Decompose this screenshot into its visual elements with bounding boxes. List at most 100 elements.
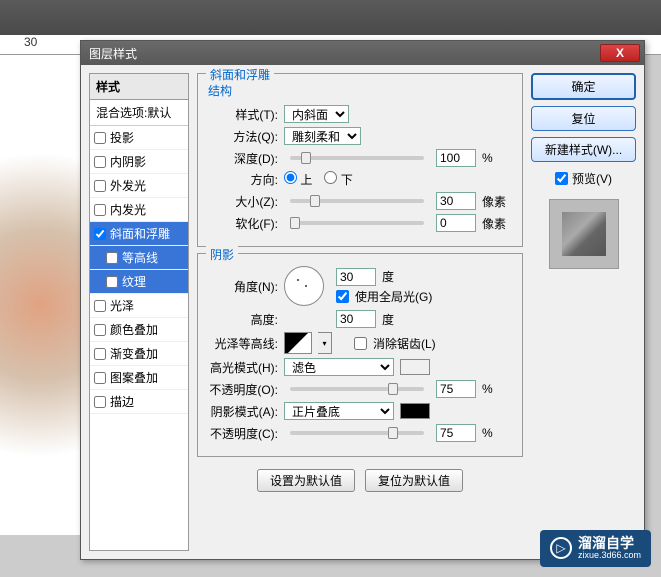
angle-label: 角度(N): [208, 278, 278, 295]
direction-up[interactable]: 上 [284, 171, 312, 188]
style-label: 内发光 [110, 201, 146, 218]
shading-fieldset: 阴影 角度(N): 度 使用全局光(G) [197, 253, 523, 457]
global-light-checkbox[interactable] [336, 290, 349, 303]
checkbox[interactable] [94, 204, 106, 216]
preview-checkbox[interactable] [555, 172, 568, 185]
style-label: 样式(T): [208, 106, 278, 123]
checkbox[interactable] [94, 156, 106, 168]
watermark-url: zixue.3d66.com [578, 551, 641, 561]
size-input[interactable] [436, 192, 476, 210]
checkbox[interactable] [94, 396, 106, 408]
style-pattern-overlay[interactable]: 图案叠加 [90, 366, 188, 390]
antialias-checkbox[interactable] [354, 337, 367, 350]
checkbox[interactable] [94, 348, 106, 360]
style-contour[interactable]: 等高线 [90, 246, 188, 270]
checkbox[interactable] [106, 252, 118, 264]
close-icon: X [616, 46, 624, 60]
soften-label: 软化(F): [208, 215, 278, 232]
canvas-background [0, 55, 80, 535]
gloss-contour-swatch[interactable] [284, 332, 312, 354]
highlight-opacity-slider[interactable] [290, 387, 424, 391]
antialias-label: 消除锯齿(L) [373, 335, 436, 352]
technique-label: 方法(Q): [208, 128, 278, 145]
style-color-overlay[interactable]: 颜色叠加 [90, 318, 188, 342]
depth-input[interactable] [436, 149, 476, 167]
soften-slider[interactable] [290, 221, 424, 225]
gloss-label: 光泽等高线: [208, 335, 278, 352]
depth-slider[interactable] [290, 156, 424, 160]
cancel-button[interactable]: 复位 [531, 106, 636, 131]
depth-label: 深度(D): [208, 150, 278, 167]
play-icon: ▷ [550, 537, 572, 559]
shadow-opacity-slider[interactable] [290, 431, 424, 435]
style-label: 颜色叠加 [110, 321, 158, 338]
reset-default-button[interactable]: 复位为默认值 [365, 469, 463, 492]
checkbox[interactable] [94, 180, 106, 192]
style-label: 图案叠加 [110, 369, 158, 386]
highlight-opacity-label: 不透明度(O): [208, 381, 278, 398]
shadow-color-swatch[interactable] [400, 403, 430, 419]
style-label: 等高线 [122, 249, 158, 266]
highlight-opacity-input[interactable] [436, 380, 476, 398]
radio-up[interactable] [284, 171, 297, 184]
dialog-titlebar[interactable]: 图层样式 X [81, 41, 644, 65]
style-bevel-emboss[interactable]: 斜面和浮雕 [90, 222, 188, 246]
direction-down[interactable]: 下 [324, 171, 352, 188]
checkbox[interactable] [94, 372, 106, 384]
checkbox[interactable] [106, 276, 118, 288]
watermark-name: 溜溜自学 [578, 536, 641, 551]
ok-button[interactable]: 确定 [531, 73, 636, 100]
bevel-legend: 斜面和浮雕 [206, 66, 274, 83]
watermark: ▷ 溜溜自学 zixue.3d66.com [540, 530, 651, 567]
shading-legend: 阴影 [206, 246, 238, 263]
style-drop-shadow[interactable]: 投影 [90, 126, 188, 150]
highlight-mode-select[interactable]: 滤色 [284, 358, 394, 376]
make-default-button[interactable]: 设置为默认值 [257, 469, 355, 492]
style-satin[interactable]: 光泽 [90, 294, 188, 318]
direction-label: 方向: [208, 171, 278, 188]
chevron-down-icon[interactable]: ▾ [318, 332, 332, 354]
style-gradient-overlay[interactable]: 渐变叠加 [90, 342, 188, 366]
size-label: 大小(Z): [208, 193, 278, 210]
preview-thumbnail [549, 199, 619, 269]
style-label: 投影 [110, 129, 134, 146]
angle-input[interactable] [336, 268, 376, 286]
style-select[interactable]: 内斜面 [284, 105, 349, 123]
blend-options[interactable]: 混合选项:默认 [90, 100, 188, 126]
altitude-unit: 度 [382, 311, 412, 328]
style-outer-glow[interactable]: 外发光 [90, 174, 188, 198]
checkbox[interactable] [94, 132, 106, 144]
style-label: 光泽 [110, 297, 134, 314]
altitude-label: 高度: [208, 311, 278, 328]
soften-unit: 像素 [482, 215, 512, 232]
angle-dial[interactable] [284, 266, 324, 306]
highlight-color-swatch[interactable] [400, 359, 430, 375]
styles-header[interactable]: 样式 [90, 74, 188, 100]
style-inner-glow[interactable]: 内发光 [90, 198, 188, 222]
ruler-mark: 30 [24, 35, 37, 49]
new-style-button[interactable]: 新建样式(W)... [531, 137, 636, 162]
radio-down[interactable] [324, 171, 337, 184]
shadow-mode-select[interactable]: 正片叠底 [284, 402, 394, 420]
soften-input[interactable] [436, 214, 476, 232]
bevel-fieldset: 斜面和浮雕 结构 样式(T): 内斜面 方法(Q): 雕刻柔和 深度(D): % [197, 73, 523, 247]
checkbox[interactable] [94, 300, 106, 312]
style-stroke[interactable]: 描边 [90, 390, 188, 414]
style-label: 外发光 [110, 177, 146, 194]
size-unit: 像素 [482, 193, 512, 210]
close-button[interactable]: X [600, 44, 640, 62]
layer-style-dialog: 图层样式 X 样式 混合选项:默认 投影 内阴影 外发光 内发光 斜面和浮雕 等… [80, 40, 645, 560]
style-inner-shadow[interactable]: 内阴影 [90, 150, 188, 174]
size-slider[interactable] [290, 199, 424, 203]
shadow-opacity-label: 不透明度(C): [208, 425, 278, 442]
shadow-opacity-input[interactable] [436, 424, 476, 442]
checkbox[interactable] [94, 228, 106, 240]
depth-unit: % [482, 151, 512, 165]
style-label: 描边 [110, 393, 134, 410]
technique-select[interactable]: 雕刻柔和 [284, 127, 361, 145]
style-texture[interactable]: 纹理 [90, 270, 188, 294]
style-label: 纹理 [122, 273, 146, 290]
checkbox[interactable] [94, 324, 106, 336]
altitude-input[interactable] [336, 310, 376, 328]
app-toolbar [0, 0, 661, 35]
